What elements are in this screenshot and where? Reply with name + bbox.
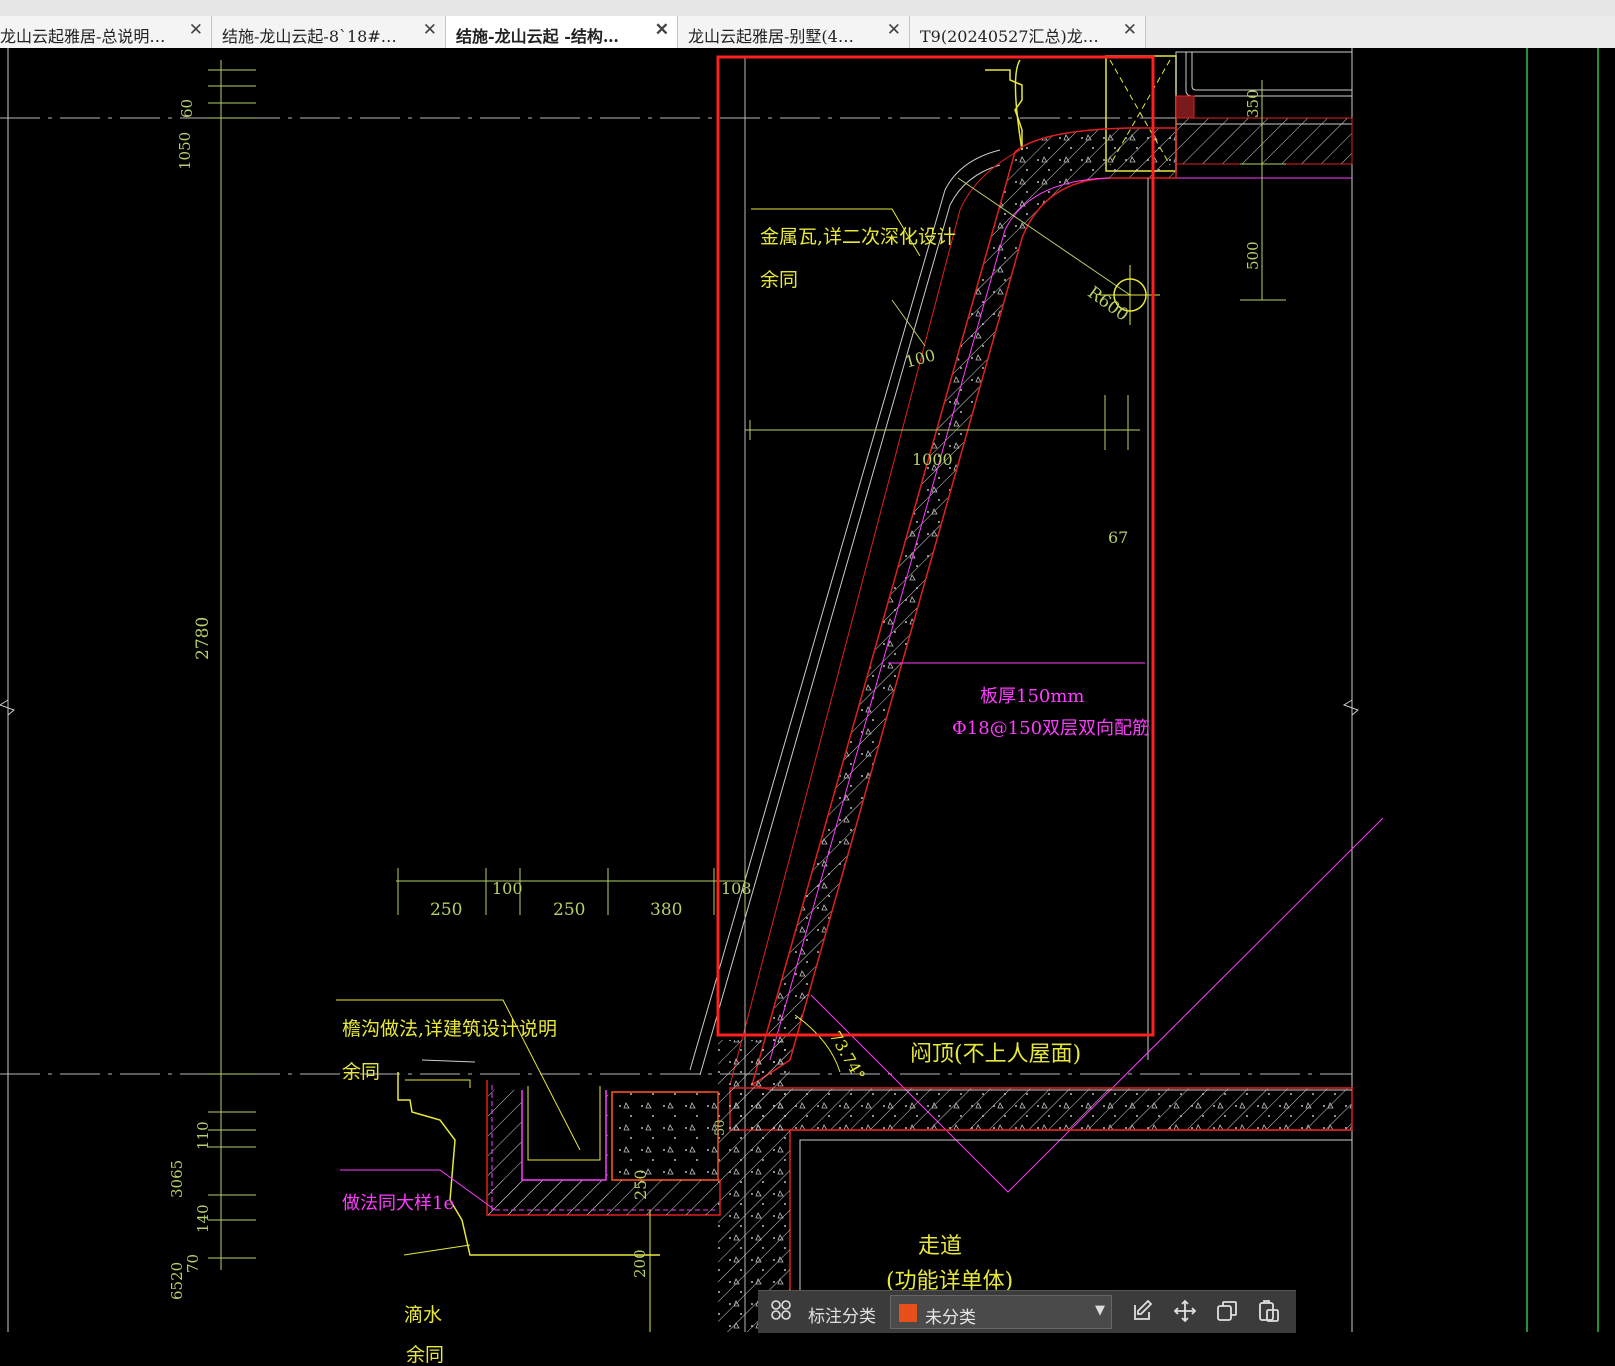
dim-2780: 2780 <box>193 616 213 660</box>
dim-110: 110 <box>194 1121 212 1150</box>
annotation-toolbar: 标注分类 未分类 ▼ <box>758 1290 1296 1333</box>
note-same-2: 余同 <box>342 1061 381 1083</box>
note-gutter: 檐沟做法,详建筑设计说明 <box>342 1018 558 1040</box>
copy-icon[interactable] <box>1214 1299 1240 1325</box>
category-label: 标注分类 <box>808 1307 876 1327</box>
tab-villa[interactable]: 龙山云起雅居-别墅(4… ✕ <box>678 16 910 48</box>
dim-500: 500 <box>1244 241 1262 270</box>
chevron-down-icon: ▼ <box>1095 1303 1105 1318</box>
dim-3065: 3065 <box>168 1159 186 1198</box>
dim-50: 50 <box>713 1119 728 1136</box>
tab-structure-8-18[interactable]: 结施-龙山云起-8`18#… ✕ <box>212 16 446 48</box>
grid-icon[interactable] <box>768 1299 794 1325</box>
dim-140: 140 <box>194 1204 212 1233</box>
note-corridor: 走道 <box>918 1234 963 1259</box>
category-value: 未分类 <box>925 1308 976 1328</box>
tab-label: 结施-龙山云起 -结构… <box>456 27 619 46</box>
dim-1000: 1000 <box>912 450 953 469</box>
dim-100-b: 100 <box>492 879 523 898</box>
tab-label: 龙山云起雅居-总说明… <box>0 27 166 46</box>
note-slab-thickness: 板厚150mm <box>980 686 1085 707</box>
dim-250-c: 250 <box>631 1169 650 1200</box>
close-icon[interactable]: ✕ <box>887 20 901 40</box>
paste-icon[interactable] <box>1256 1299 1282 1325</box>
dim-250-b: 250 <box>553 900 586 920</box>
note-detail: 做法同大样1e <box>342 1193 455 1214</box>
dim-108: 108 <box>721 879 752 898</box>
tab-label: 结施-龙山云起-8`18#… <box>222 27 397 46</box>
dim-6520: 6520 <box>168 1261 186 1300</box>
note-same-3: 余同 <box>406 1344 445 1366</box>
menu-strip <box>0 0 1615 17</box>
note-same-1: 余同 <box>760 269 799 291</box>
note-metal-tile: 金属瓦,详二次深化设计 <box>760 226 957 248</box>
dim-350: 350 <box>1244 89 1262 118</box>
tab-label: 龙山云起雅居-别墅(4… <box>688 27 854 46</box>
tab-label: T9(20240527汇总)龙… <box>920 27 1099 46</box>
close-icon[interactable]: ✕ <box>1123 20 1137 40</box>
dim-1050: 1050 <box>176 131 194 170</box>
note-rebar: Φ18@150双层双向配筋 <box>952 718 1151 739</box>
drawing-canvas[interactable]: 60 1050 2780 110 3065 140 6520 70 350 50… <box>0 48 1615 1365</box>
edit-icon[interactable] <box>1130 1299 1156 1325</box>
dim-200: 200 <box>631 1249 649 1278</box>
tab-structure-active[interactable]: 结施-龙山云起 -结构… ✕ <box>446 16 678 48</box>
dim-70: 70 <box>184 1253 202 1273</box>
close-icon[interactable]: ✕ <box>423 20 437 40</box>
tab-t9-summary[interactable]: T9(20240527汇总)龙… ✕ <box>910 16 1146 48</box>
category-color-swatch <box>899 1304 917 1322</box>
dim-67: 67 <box>1108 528 1129 547</box>
category-select[interactable]: 未分类 ▼ <box>890 1295 1112 1329</box>
close-icon[interactable]: ✕ <box>655 20 669 40</box>
move-icon[interactable] <box>1172 1299 1198 1325</box>
dim-60: 60 <box>178 98 196 118</box>
tab-general-notes[interactable]: 龙山云起雅居-总说明… ✕ <box>0 16 212 48</box>
note-drip: 滴水 <box>404 1304 443 1326</box>
close-icon[interactable]: ✕ <box>189 20 203 40</box>
dim-250-a: 250 <box>430 900 463 920</box>
note-roof: 闷顶(不上人屋面) <box>910 1042 1082 1067</box>
dim-380: 380 <box>650 900 683 920</box>
document-tab-bar: 龙山云起雅居-总说明… ✕ 结施-龙山云起-8`18#… ✕ 结施-龙山云起 -… <box>0 16 1615 49</box>
